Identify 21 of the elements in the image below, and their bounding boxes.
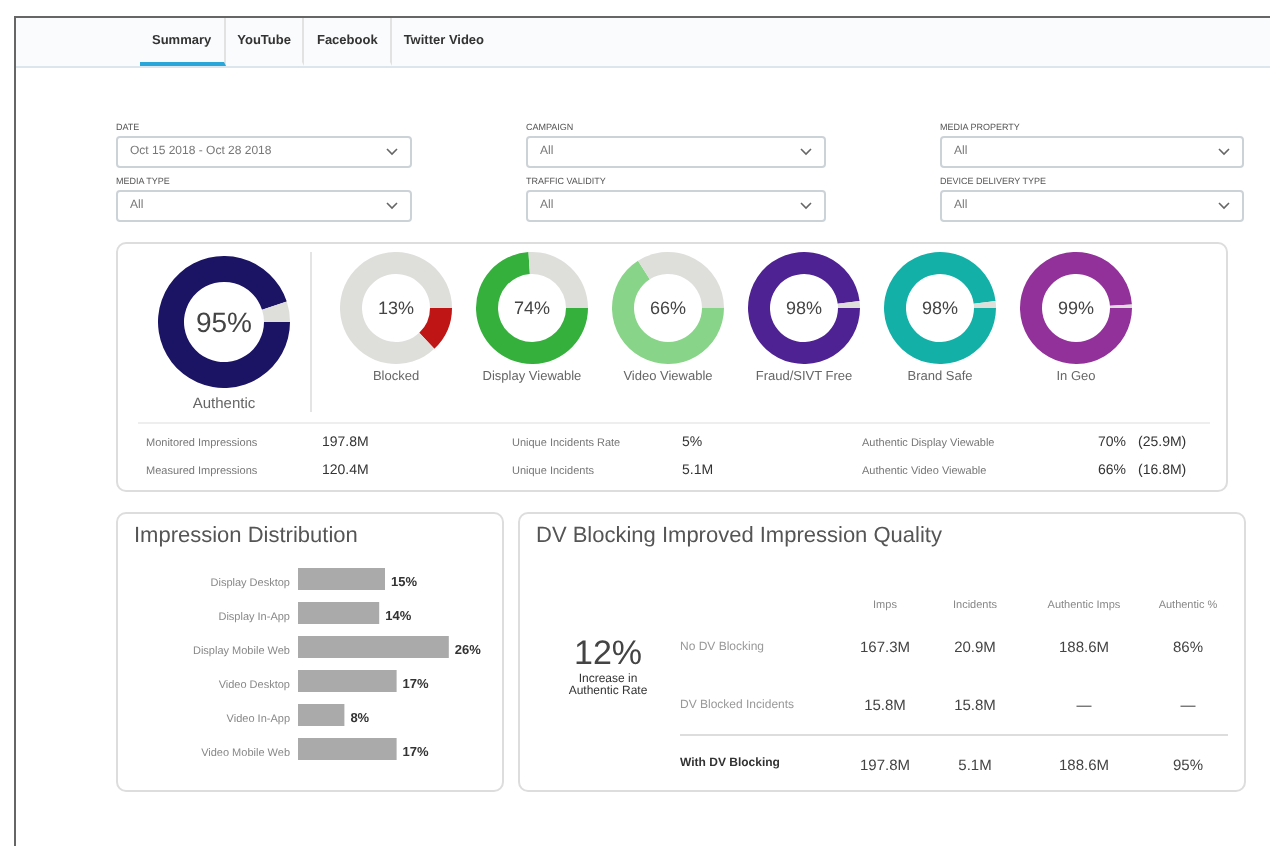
chevron-down-icon: [1218, 202, 1230, 210]
percent-value: 13%: [378, 298, 414, 318]
bar: [298, 738, 397, 760]
bar: [298, 704, 345, 726]
percent-value: 98%: [922, 298, 958, 318]
chevron-down-icon: [800, 148, 812, 156]
chevron-down-icon: [386, 202, 398, 210]
bar: [298, 602, 380, 624]
card-title: Impression Distribution: [134, 524, 360, 548]
bar: [298, 568, 385, 590]
percent-value: 66%: [650, 298, 686, 318]
bar: [298, 670, 397, 692]
chevron-down-icon: [1218, 148, 1230, 156]
percent-value: 98%: [786, 298, 822, 318]
headline-value: 12%: [573, 634, 643, 673]
percent-value: 99%: [1058, 298, 1094, 318]
chevron-down-icon: [386, 148, 398, 156]
card-title: DV Blocking Improved Impression Quality: [536, 524, 944, 548]
percent-value: 95%: [195, 306, 253, 338]
percent-value: 74%: [514, 298, 550, 318]
chevron-down-icon: [800, 202, 812, 210]
